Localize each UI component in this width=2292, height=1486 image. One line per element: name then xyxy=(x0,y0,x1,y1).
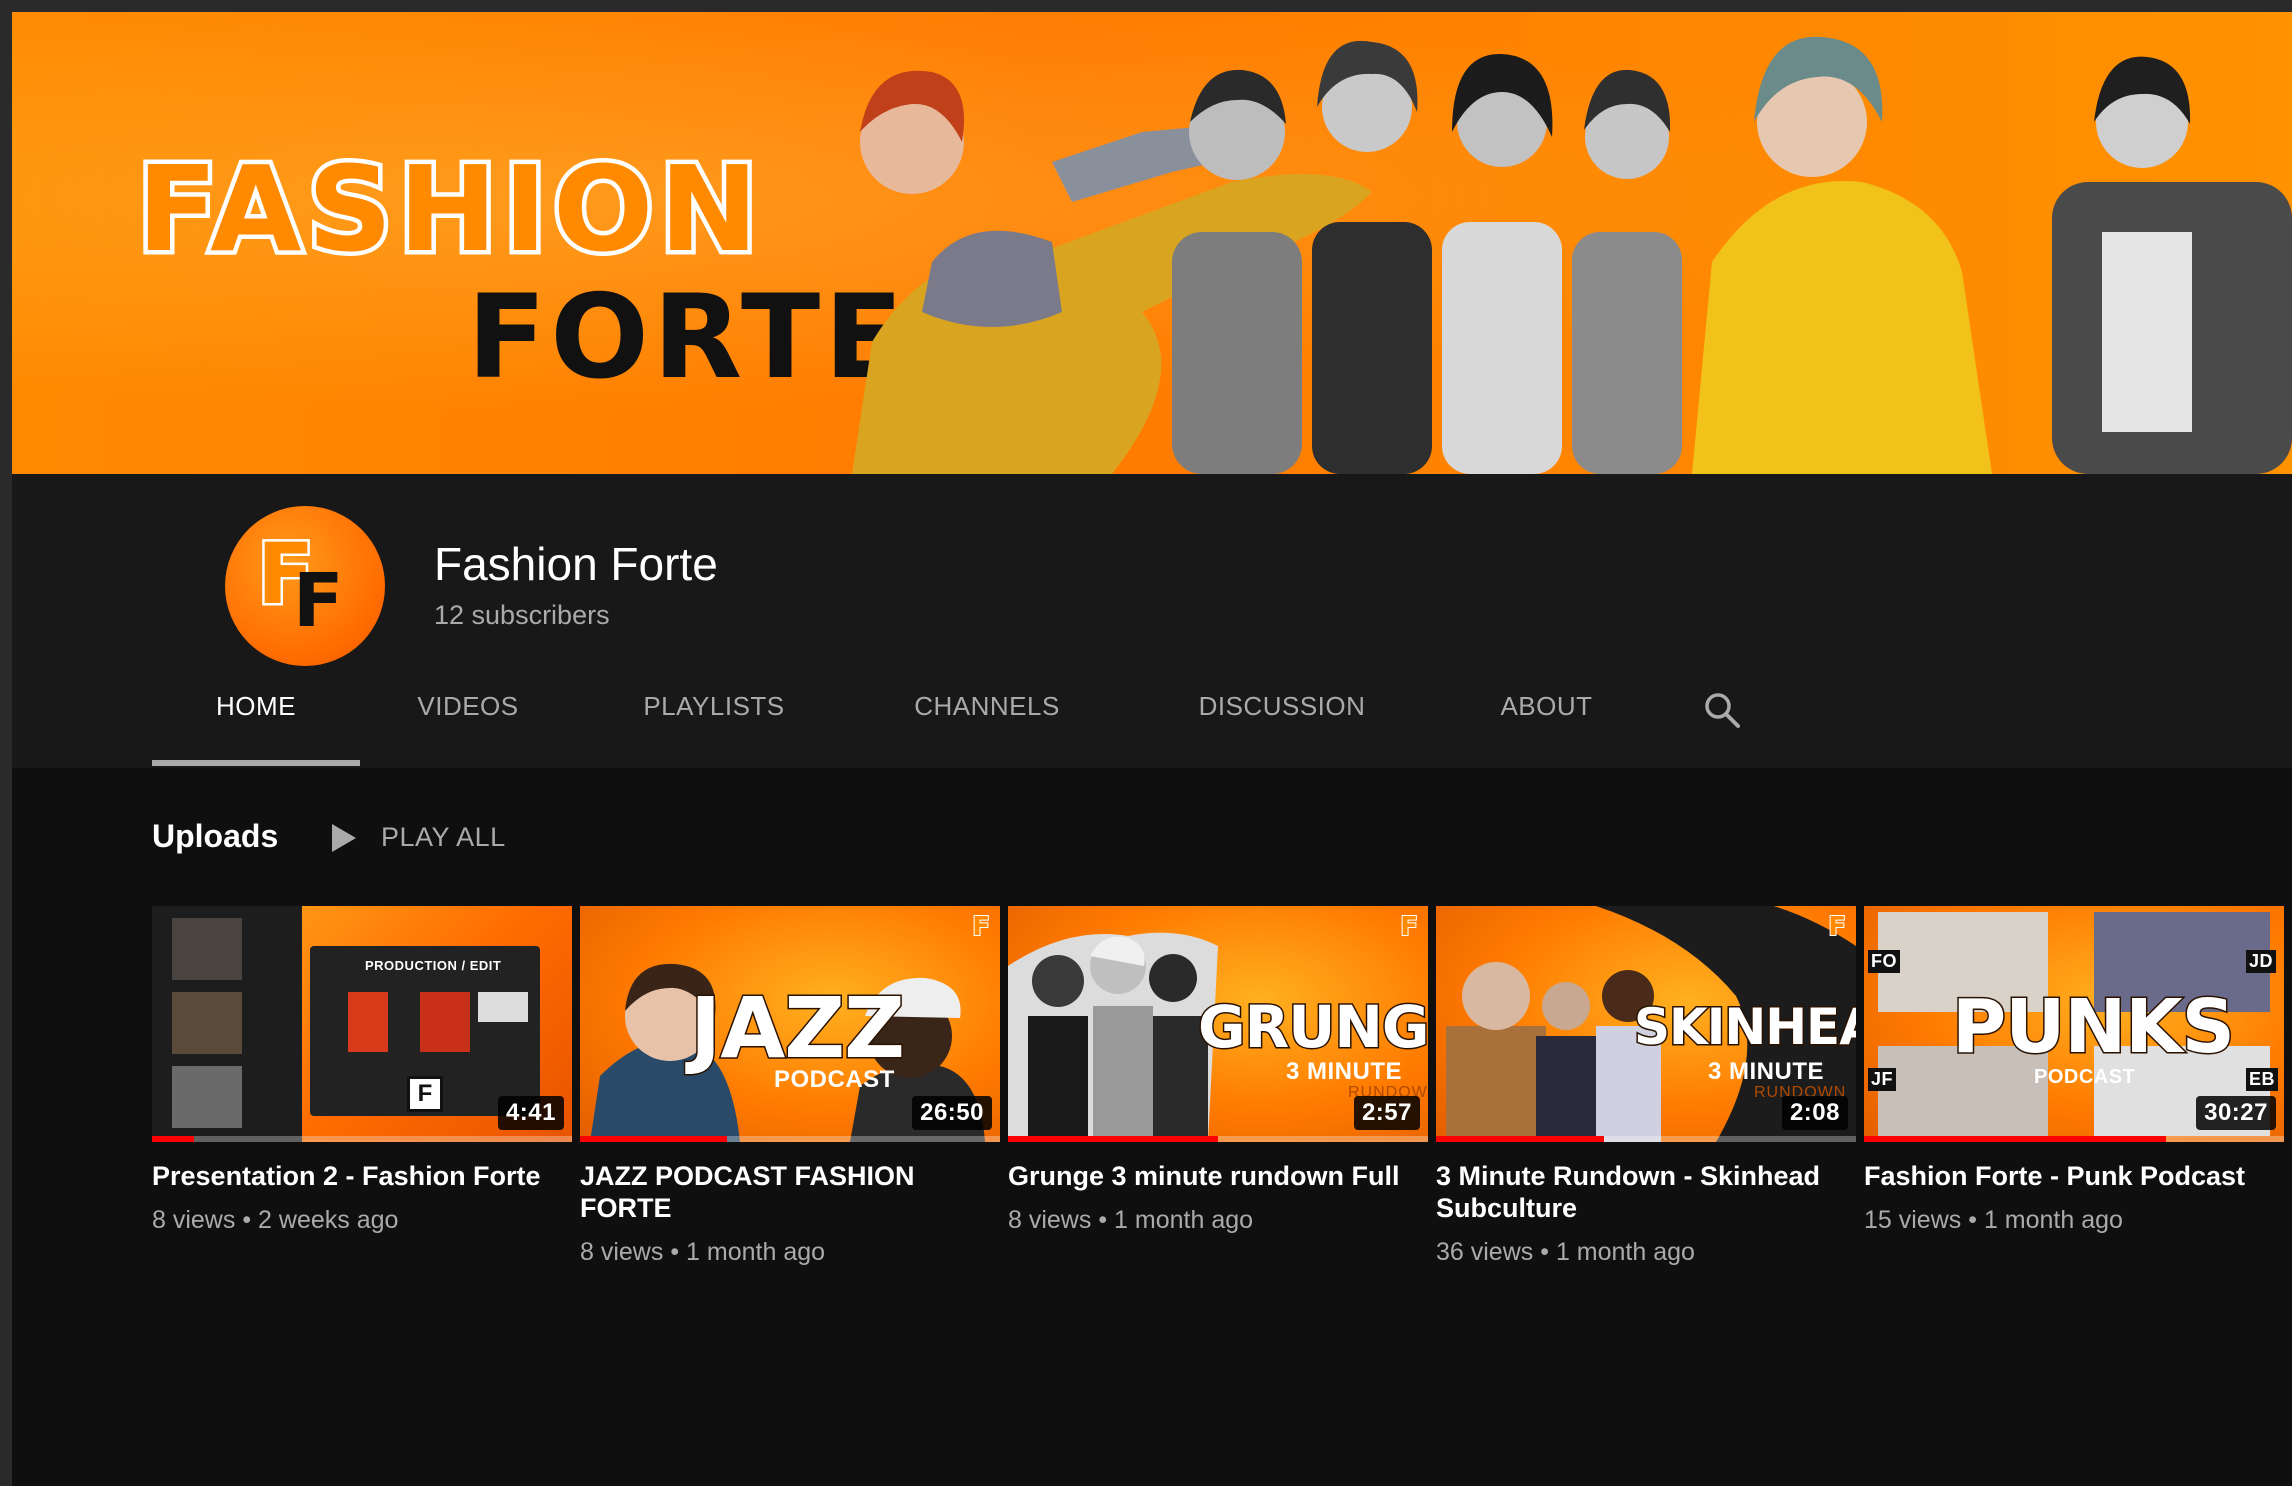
watch-progress-fill xyxy=(1008,1136,1218,1142)
video-card[interactable]: SKINHEADS 3 MINUTE RUNDOWN F 2:08 3 Minu… xyxy=(1436,906,1856,1267)
video-thumbnail[interactable]: PRODUCTION / EDIT F 4:41 xyxy=(152,906,572,1142)
video-meta: 8 views • 2 weeks ago xyxy=(152,1206,572,1235)
thumbnail-subtitle: PODCAST xyxy=(2034,1066,2136,1088)
video-duration: 30:27 xyxy=(2196,1096,2276,1130)
play-icon xyxy=(332,824,356,852)
view-count: 15 views xyxy=(1864,1206,1962,1234)
video-thumbnail[interactable]: PUNKS PODCAST FO JD JF EB 30:27 xyxy=(1864,906,2284,1142)
watch-progress-track xyxy=(1436,1136,1856,1142)
banner-photo-collage xyxy=(852,36,2292,474)
upload-age: 1 month ago xyxy=(1555,1238,1695,1266)
upload-age: 1 month ago xyxy=(1983,1206,2123,1234)
video-thumbnail[interactable]: JAZZ PODCAST F 26:50 xyxy=(580,906,1000,1142)
video-thumbnail[interactable]: GRUNGE 3 MINUTE RUNDOWN F 2:57 xyxy=(1008,906,1428,1142)
tab-playlists[interactable]: PLAYLISTS xyxy=(634,670,794,766)
thumbnail-title: SKINHEADS xyxy=(1632,998,1856,1056)
video-thumbnail[interactable]: SKINHEADS 3 MINUTE RUNDOWN F 2:08 xyxy=(1436,906,1856,1142)
watch-progress-track xyxy=(152,1136,572,1142)
video-meta: 8 views • 1 month ago xyxy=(580,1238,1000,1267)
meta-separator: • xyxy=(670,1238,680,1266)
fashion-forte-badge: F xyxy=(407,1076,443,1112)
tab-discussion[interactable]: DISCUSSION xyxy=(1177,670,1387,766)
video-duration: 4:41 xyxy=(497,1096,564,1130)
watch-progress-track xyxy=(1008,1136,1428,1142)
watch-progress-track xyxy=(580,1136,1000,1142)
thumbnail-title: JAZZ xyxy=(688,979,906,1077)
tab-home[interactable]: HOME xyxy=(152,670,360,766)
thumbnail-title: GRUNGE xyxy=(1196,993,1428,1061)
video-card[interactable]: PRODUCTION / EDIT F 4:41 Presentation 2 … xyxy=(152,906,572,1235)
video-duration: 26:50 xyxy=(912,1096,992,1130)
corner-logo: F xyxy=(971,912,991,942)
window-left-edge xyxy=(0,0,12,1486)
video-card[interactable]: JAZZ PODCAST F 26:50 JAZZ PODCAST FASHIO… xyxy=(580,906,1000,1267)
active-tab-underline xyxy=(152,760,360,766)
meta-separator: • xyxy=(1968,1206,1977,1234)
watch-progress-fill xyxy=(1864,1136,2167,1142)
watch-progress-fill xyxy=(1436,1136,1604,1142)
subscriber-count: 12 subscribers xyxy=(434,600,610,630)
view-count: 8 views xyxy=(1008,1206,1092,1234)
banner-figure-2 xyxy=(1692,36,1992,474)
video-meta: 8 views • 1 month ago xyxy=(1008,1206,1428,1235)
video-card[interactable]: PUNKS PODCAST FO JD JF EB 30:27 Fashion … xyxy=(1864,906,2284,1235)
watch-progress-track xyxy=(1864,1136,2284,1142)
search-icon[interactable] xyxy=(1702,690,1742,730)
meta-separator: • xyxy=(1098,1206,1108,1234)
channel-banner: FASHION FORTE xyxy=(12,12,2292,474)
channel-name: Fashion Forte xyxy=(434,538,718,590)
banner-figure-group xyxy=(1172,40,1682,474)
corner-logo: F xyxy=(1399,912,1419,942)
meta-separator: • xyxy=(242,1206,252,1234)
video-meta: 36 views • 1 month ago xyxy=(1436,1238,1856,1267)
video-title[interactable]: Grunge 3 minute rundown Full xyxy=(1008,1160,1408,1192)
participant-tag: JD xyxy=(2246,950,2277,973)
video-meta: 15 views • 1 month ago xyxy=(1864,1206,2284,1235)
view-count: 36 views xyxy=(1436,1238,1534,1266)
video-title[interactable]: Presentation 2 - Fashion Forte xyxy=(152,1160,552,1192)
upload-age: 1 month ago xyxy=(1114,1206,1254,1234)
uploads-shelf-title[interactable]: Uploads xyxy=(152,818,278,855)
participant-tag: JF xyxy=(1868,1068,1897,1091)
avatar-letter-2: F xyxy=(293,558,344,644)
participant-tag: FO xyxy=(1868,950,1900,973)
channel-avatar[interactable]: F F xyxy=(225,506,385,666)
corner-logo: F xyxy=(1827,912,1847,942)
upload-age: 1 month ago xyxy=(686,1238,826,1266)
webcam-strip xyxy=(152,906,302,1142)
tab-about[interactable]: ABOUT xyxy=(1479,670,1614,766)
watch-progress-fill xyxy=(152,1136,194,1142)
video-duration: 2:08 xyxy=(1781,1096,1848,1130)
thumbnail-subtitle: PODCAST xyxy=(774,1066,895,1093)
meta-separator: • xyxy=(1540,1238,1549,1266)
play-all-label: PLAY ALL xyxy=(381,822,506,852)
video-title[interactable]: 3 Minute Rundown - Skinhead Subculture xyxy=(1436,1160,1836,1224)
video-title[interactable]: Fashion Forte - Punk Podcast xyxy=(1864,1160,2264,1192)
participant-tag: EB xyxy=(2246,1068,2279,1091)
watch-progress-fill xyxy=(580,1136,727,1142)
channel-header: F F Fashion Forte 12 subscribers HOME VI… xyxy=(12,474,2292,768)
video-card[interactable]: GRUNGE 3 MINUTE RUNDOWN F 2:57 Grunge 3 … xyxy=(1008,906,1428,1235)
window-top-edge xyxy=(0,0,2292,12)
tab-channels[interactable]: CHANNELS xyxy=(897,670,1077,766)
view-count: 8 views xyxy=(580,1238,664,1266)
thumbnail-caption: PRODUCTION / EDIT xyxy=(365,958,502,973)
thumbnail-title: PUNKS xyxy=(1951,984,2237,1070)
tab-videos[interactable]: VIDEOS xyxy=(403,670,533,766)
thumbnail-subtitle: 3 MINUTE xyxy=(1708,1058,1825,1085)
thumbnail-subtitle: 3 MINUTE xyxy=(1286,1058,1403,1085)
video-duration: 2:57 xyxy=(1353,1096,1420,1130)
banner-logo-line1: FASHION xyxy=(132,140,765,278)
upload-age: 2 weeks ago xyxy=(258,1206,399,1234)
view-count: 8 views xyxy=(152,1206,236,1234)
banner-figure-3 xyxy=(2052,56,2292,474)
video-title[interactable]: JAZZ PODCAST FASHION FORTE xyxy=(580,1160,980,1224)
